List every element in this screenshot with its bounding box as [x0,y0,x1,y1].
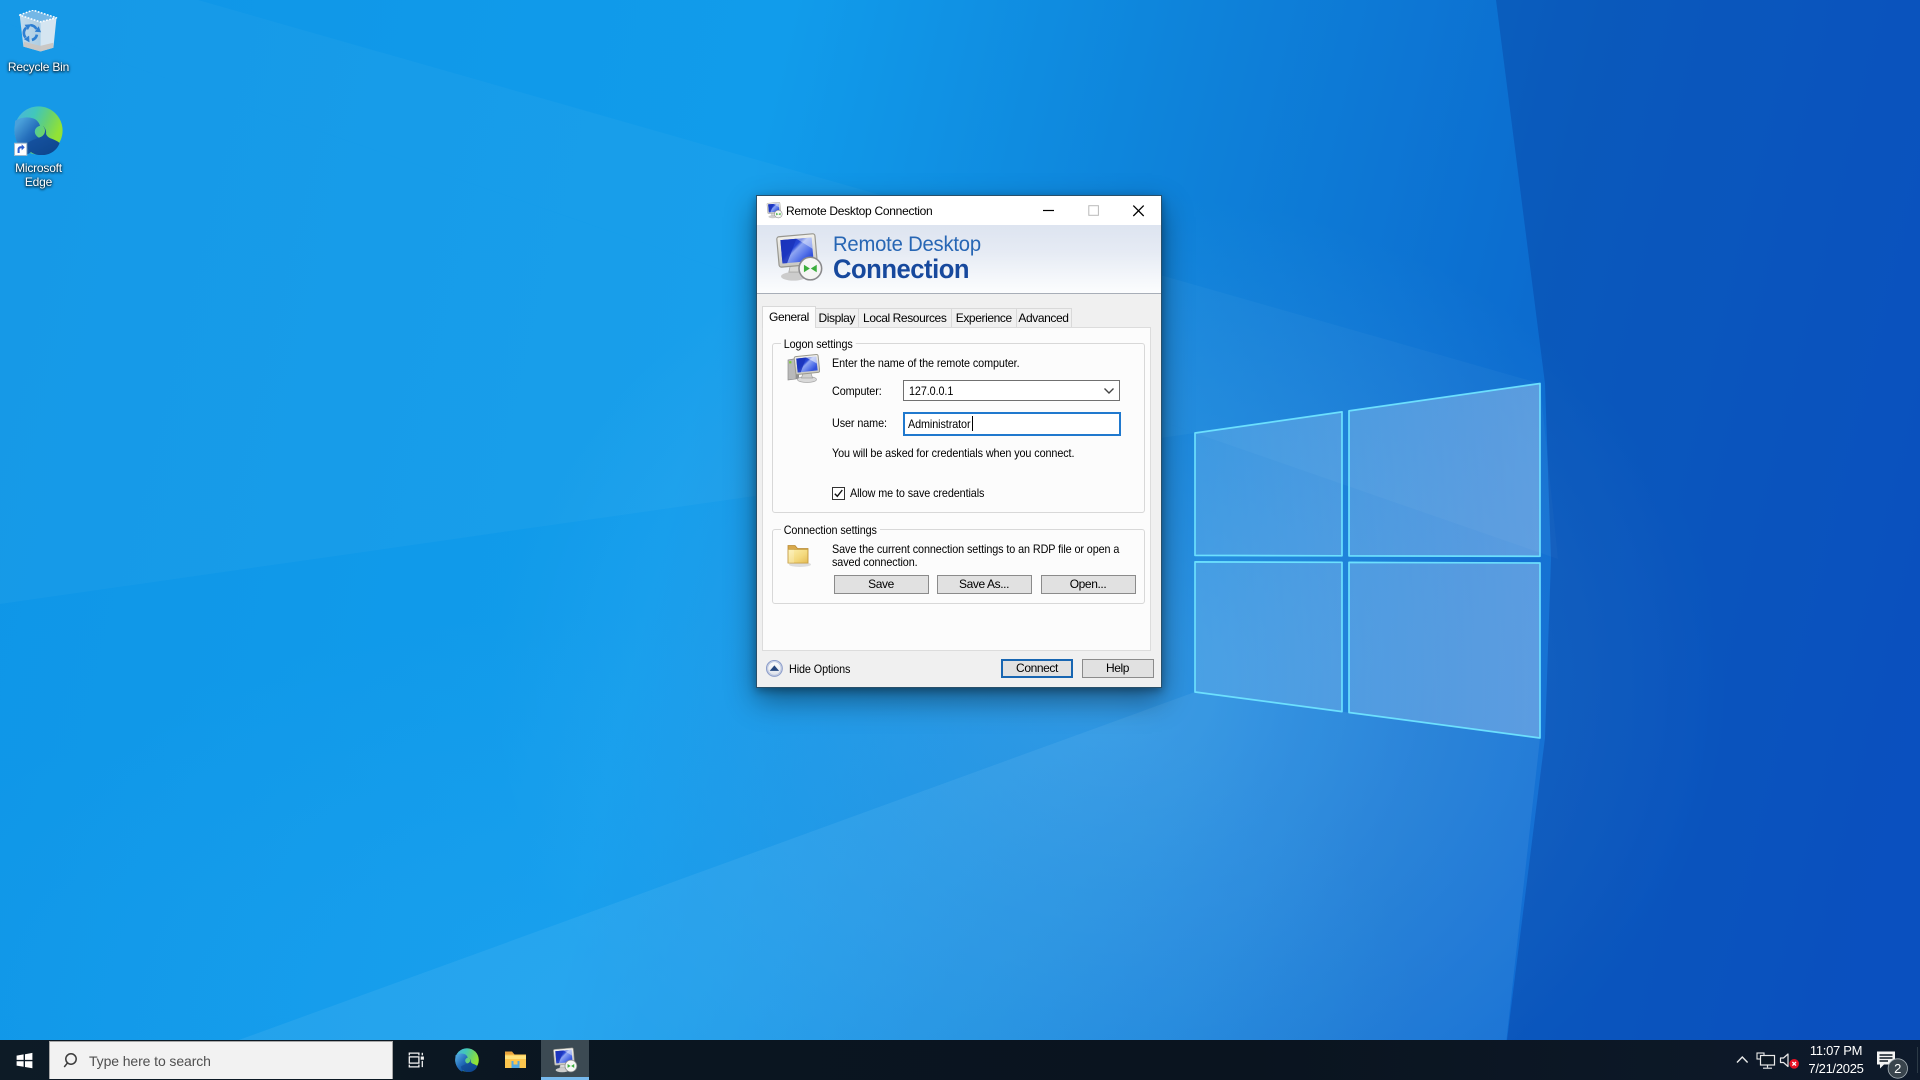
svg-text:2: 2 [1894,1061,1901,1076]
